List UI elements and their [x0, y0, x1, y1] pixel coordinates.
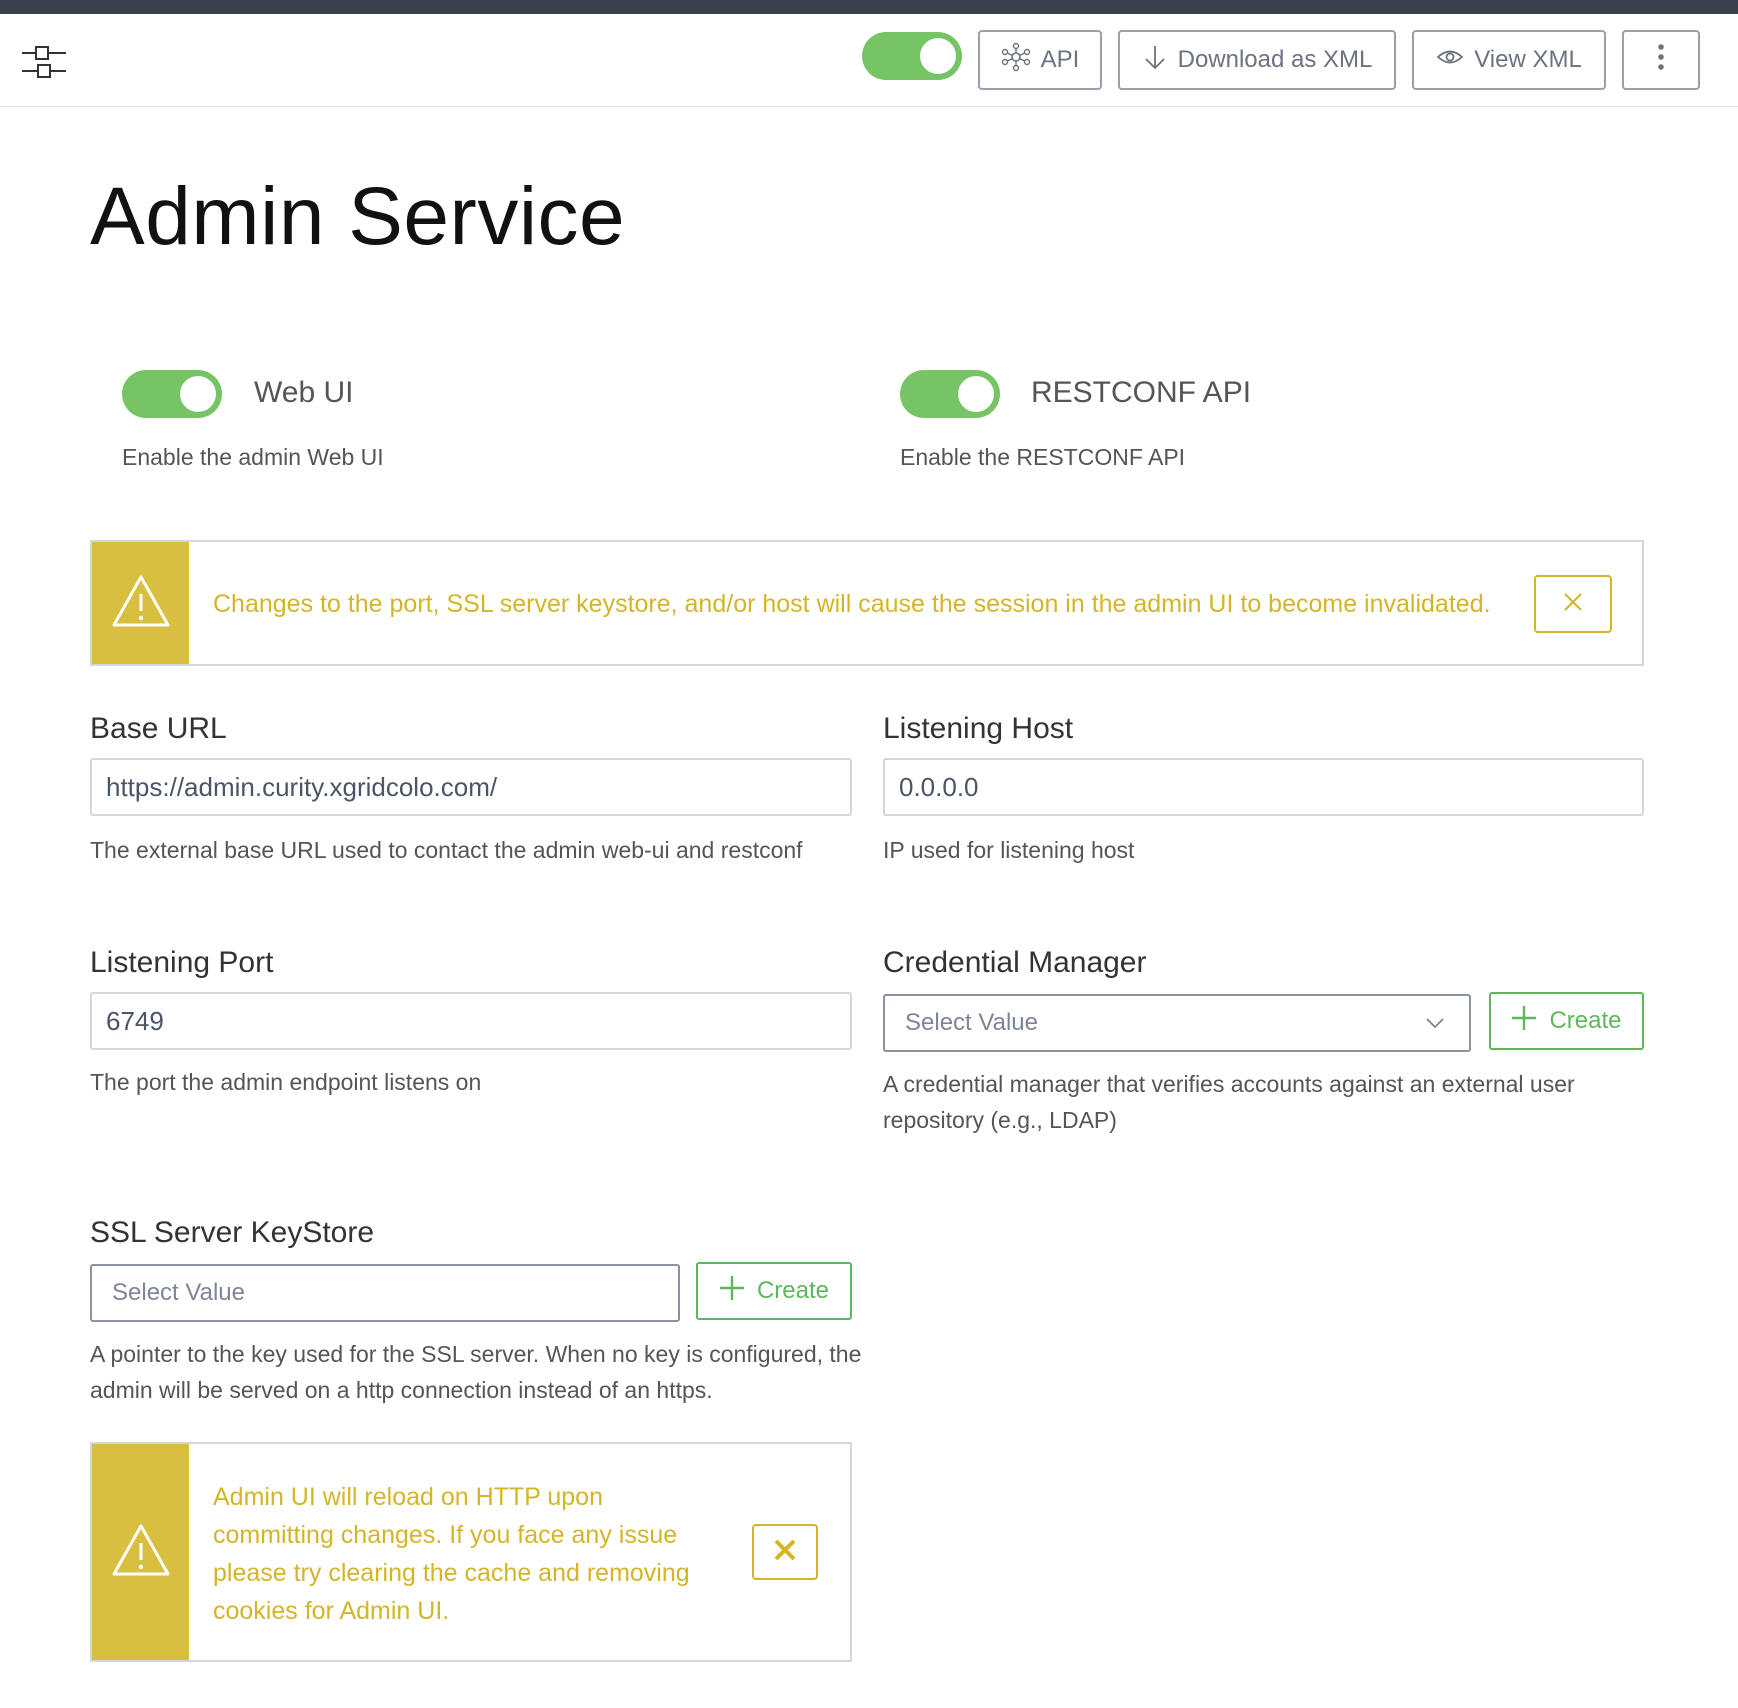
credential-manager-select[interactable]: Select Value	[883, 994, 1471, 1052]
restconf-api-description: Enable the RESTCONF API	[900, 444, 1186, 470]
listening-host-input[interactable]	[883, 758, 1644, 816]
api-network-icon	[1001, 42, 1031, 79]
top-strip	[0, 0, 1738, 14]
web-ui-label: Web UI	[254, 376, 354, 409]
listening-port-hint: The port the admin endpoint listens on	[90, 1069, 482, 1095]
chevron-down-icon	[1425, 1012, 1445, 1040]
base-url-hint: The external base URL used to contact th…	[90, 837, 803, 863]
create-label: Create	[1549, 1007, 1622, 1034]
toggle-knob	[180, 376, 216, 412]
page-title: Admin Service	[90, 171, 626, 262]
base-url-input[interactable]	[90, 758, 852, 816]
toggle-knob	[920, 38, 956, 74]
ssl-keystore-select[interactable]: Select Value	[90, 1264, 680, 1322]
sidebar-toggle-icon[interactable]	[22, 42, 68, 82]
ssl-keystore-label: SSL Server KeyStore	[90, 1216, 375, 1249]
warning-bar	[92, 1444, 189, 1660]
service-enabled-toggle[interactable]	[862, 32, 962, 80]
create-ssl-keystore-button[interactable]: Create	[696, 1262, 852, 1320]
listening-host-hint: IP used for listening host	[883, 837, 1135, 863]
restconf-api-toggle[interactable]	[900, 370, 1000, 418]
credential-manager-placeholder: Select Value	[905, 1009, 1038, 1036]
view-xml-button[interactable]: View XML	[1412, 30, 1606, 90]
view-xml-label: View XML	[1474, 46, 1582, 73]
download-xml-button[interactable]: Download as XML	[1118, 30, 1396, 90]
warning-bar	[92, 542, 189, 664]
api-button-label: API	[1040, 46, 1080, 73]
dismiss-http-warning-button[interactable]	[752, 1524, 818, 1580]
toolbar: API Download as XML View XML	[0, 14, 1738, 107]
eye-icon	[1436, 46, 1464, 74]
credential-manager-hint: A credential manager that verifies accou…	[883, 1071, 1575, 1133]
close-icon	[1562, 591, 1584, 618]
listening-port-label: Listening Port	[90, 946, 274, 979]
api-button[interactable]: API	[978, 30, 1102, 90]
toggle-knob	[958, 376, 994, 412]
plus-icon	[719, 1275, 745, 1308]
web-ui-description: Enable the admin Web UI	[122, 444, 384, 470]
warning-icon	[111, 574, 171, 633]
plus-icon	[1511, 1005, 1537, 1038]
warning-message: Changes to the port, SSL server keystore…	[213, 590, 1491, 618]
ssl-keystore-placeholder: Select Value	[112, 1279, 245, 1306]
create-credential-manager-button[interactable]: Create	[1489, 992, 1644, 1050]
download-icon	[1142, 43, 1168, 78]
session-warning-alert: Changes to the port, SSL server keystore…	[90, 540, 1644, 666]
http-reload-warning-alert: Admin UI will reload on HTTP upon commit…	[90, 1442, 852, 1662]
dismiss-warning-button[interactable]	[1534, 575, 1612, 633]
base-url-label: Base URL	[90, 712, 227, 745]
web-ui-toggle[interactable]	[122, 370, 222, 418]
credential-manager-label: Credential Manager	[883, 946, 1147, 979]
listening-port-input[interactable]	[90, 992, 852, 1050]
close-icon	[772, 1537, 798, 1568]
restconf-api-label: RESTCONF API	[1031, 376, 1252, 409]
ssl-keystore-hint: A pointer to the key used for the SSL se…	[90, 1341, 862, 1403]
download-xml-label: Download as XML	[1177, 46, 1373, 73]
listening-host-label: Listening Host	[883, 712, 1074, 745]
more-options-button[interactable]	[1622, 30, 1700, 90]
more-vertical-icon	[1657, 43, 1665, 78]
warning-icon	[111, 1523, 171, 1582]
warning-message: Admin UI will reload on HTTP upon commit…	[213, 1483, 690, 1625]
create-label: Create	[756, 1277, 830, 1304]
